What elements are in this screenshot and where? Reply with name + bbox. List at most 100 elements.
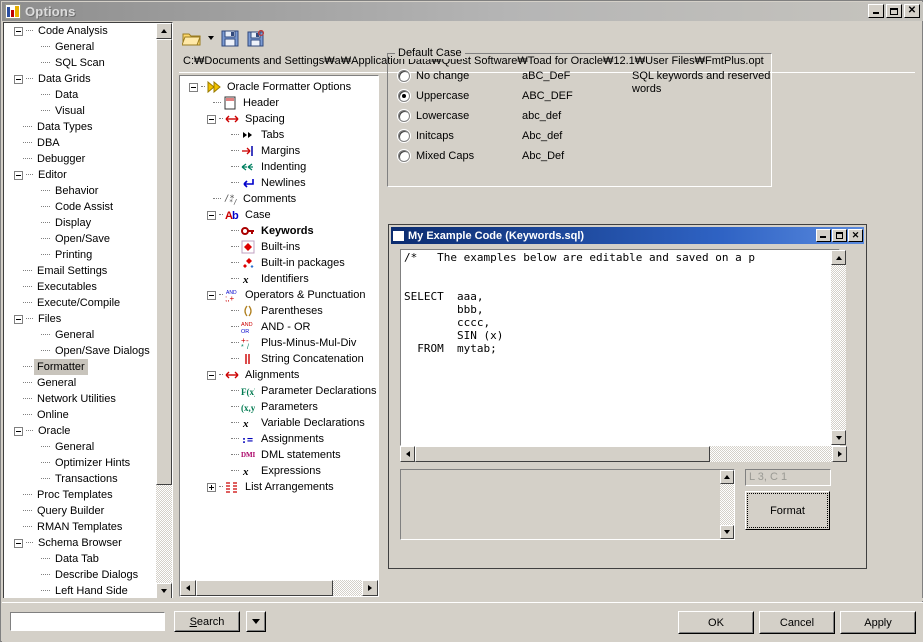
formatter-tree-hscrollbar[interactable] (180, 580, 378, 596)
collapse-icon[interactable] (207, 291, 216, 300)
radio-button[interactable] (398, 70, 410, 82)
radio-button[interactable] (398, 150, 410, 162)
case-option-initcaps[interactable]: InitcapsAbc_def (398, 126, 573, 146)
formatter-tree-item-and-or[interactable]: ANDORAND - OR (183, 319, 377, 335)
collapse-icon[interactable] (14, 75, 23, 84)
sidebar-item-proc-templates[interactable]: Proc Templates (4, 487, 158, 503)
formatter-tree-item-case[interactable]: AbCase (183, 207, 377, 223)
search-button[interactable]: Search (174, 611, 240, 632)
formatter-tree-item-spacing[interactable]: Spacing (183, 111, 377, 127)
collapse-icon[interactable] (207, 211, 216, 220)
formatter-tree-item-expressions[interactable]: xExpressions (183, 463, 377, 479)
formatter-tree-item-plus-minus-mul-div[interactable]: +-*/Plus-Minus-Mul-Div (183, 335, 377, 351)
sidebar-item-formatter[interactable]: Formatter (4, 359, 158, 375)
sidebar-item-describe-dialogs[interactable]: Describe Dialogs (4, 567, 158, 583)
save-icon[interactable] (218, 27, 242, 50)
sidebar-item-behavior[interactable]: Behavior (4, 183, 158, 199)
formatter-tree-item-variable-declarations[interactable]: xVariable Declarations (183, 415, 377, 431)
radio-button[interactable] (398, 130, 410, 142)
radio-button[interactable] (398, 90, 410, 102)
collapse-icon[interactable] (207, 115, 216, 124)
formatter-tree-item-assignments[interactable]: :=Assignments (183, 431, 377, 447)
editor-scroll-right-button[interactable] (832, 446, 847, 462)
expand-icon[interactable] (207, 483, 216, 492)
scroll-down-button[interactable] (156, 583, 172, 599)
example-maximize-button[interactable] (832, 229, 847, 242)
editor-hscrollbar-thumb[interactable] (415, 446, 710, 462)
formatter-tree-item-indenting[interactable]: Indenting (183, 159, 377, 175)
sidebar-item-data-tab[interactable]: Data Tab (4, 551, 158, 567)
sidebar-item-data[interactable]: Data (4, 87, 158, 103)
options-category-tree[interactable]: Code AnalysisGeneralSQL ScanData GridsDa… (3, 22, 173, 600)
formatter-tree-item-header[interactable]: Header (183, 95, 377, 111)
close-button[interactable]: ✕ (904, 4, 920, 18)
save-as-icon[interactable] (244, 27, 268, 50)
formatter-tree-item-tabs[interactable]: Tabs (183, 127, 377, 143)
sidebar-item-printing[interactable]: Printing (4, 247, 158, 263)
search-input[interactable] (10, 612, 165, 631)
editor-hscrollbar[interactable] (400, 446, 847, 462)
formatter-tree-item-alignments[interactable]: Alignments (183, 367, 377, 383)
collapse-icon[interactable] (14, 539, 23, 548)
editor-scroll-left-button[interactable] (400, 446, 415, 462)
sidebar-item-general[interactable]: General (4, 39, 158, 55)
editor-scroll-down-button[interactable] (831, 430, 846, 445)
sidebar-item-visual[interactable]: Visual (4, 103, 158, 119)
case-option-lowercase[interactable]: Lowercaseabc_def (398, 106, 573, 126)
sidebar-item-code-analysis[interactable]: Code Analysis (4, 23, 158, 39)
sidebar-item-general[interactable]: General (4, 439, 158, 455)
message-scroll-up-button[interactable] (720, 470, 734, 484)
left-tree-scrollbar[interactable] (156, 23, 172, 599)
formatter-tree-item-parameter-declarations[interactable]: F(x)Parameter Declarations (183, 383, 377, 399)
sidebar-item-open-save[interactable]: Open/Save (4, 231, 158, 247)
sidebar-item-online[interactable]: Online (4, 407, 158, 423)
formatter-tree-item-operators-punctuation[interactable]: AND;,+Operators & Punctuation (183, 287, 377, 303)
maximize-button[interactable] (886, 4, 902, 18)
format-button[interactable]: Format (745, 491, 830, 530)
sidebar-item-debugger[interactable]: Debugger (4, 151, 158, 167)
scroll-up-button[interactable] (156, 23, 172, 39)
sidebar-item-data-grids[interactable]: Data Grids (4, 71, 158, 87)
sidebar-item-left-hand-side[interactable]: Left Hand Side (4, 583, 158, 599)
example-close-button[interactable]: ✕ (848, 229, 863, 242)
example-code-editor[interactable]: /* The examples below are editable and s… (400, 249, 840, 446)
open-folder-icon[interactable] (179, 27, 203, 50)
editor-scroll-up-button[interactable] (831, 250, 846, 265)
sidebar-item-network-utilities[interactable]: Network Utilities (4, 391, 158, 407)
case-option-no-change[interactable]: No changeaBC_DeF (398, 66, 573, 86)
collapse-icon[interactable] (189, 83, 198, 92)
sidebar-item-execute-compile[interactable]: Execute/Compile (4, 295, 158, 311)
sidebar-item-general[interactable]: General (4, 375, 158, 391)
case-option-uppercase[interactable]: UppercaseABC_DEF (398, 86, 573, 106)
scroll-left-button[interactable] (180, 580, 196, 596)
sidebar-item-general[interactable]: General (4, 327, 158, 343)
sidebar-item-email-settings[interactable]: Email Settings (4, 263, 158, 279)
formatter-tree-item-identifiers[interactable]: xIdentifiers (183, 271, 377, 287)
scrollbar-thumb[interactable] (196, 580, 333, 596)
scroll-right-button[interactable] (362, 580, 378, 596)
message-vscrollbar[interactable] (720, 470, 734, 539)
editor-vscrollbar[interactable] (831, 250, 846, 445)
format-message-panel[interactable] (400, 469, 735, 540)
minimize-button[interactable] (868, 4, 884, 18)
sidebar-item-executables[interactable]: Executables (4, 279, 158, 295)
sidebar-item-oracle[interactable]: Oracle (4, 423, 158, 439)
sidebar-item-rman-templates[interactable]: RMAN Templates (4, 519, 158, 535)
sidebar-item-sql-scan[interactable]: SQL Scan (4, 55, 158, 71)
radio-button[interactable] (398, 110, 410, 122)
formatter-tree-item-list-arrangements[interactable]: List Arrangements (183, 479, 377, 495)
sidebar-item-schema-browser[interactable]: Schema Browser (4, 535, 158, 551)
formatter-tree-item-margins[interactable]: Margins (183, 143, 377, 159)
sidebar-item-files[interactable]: Files (4, 311, 158, 327)
sidebar-item-editor[interactable]: Editor (4, 167, 158, 183)
ok-button[interactable]: OK (678, 611, 754, 634)
sidebar-item-optimizer-hints[interactable]: Optimizer Hints (4, 455, 158, 471)
message-scroll-down-button[interactable] (720, 525, 734, 539)
sidebar-item-code-assist[interactable]: Code Assist (4, 199, 158, 215)
formatter-tree-item-newlines[interactable]: Newlines (183, 175, 377, 191)
formatter-tree-item-keywords[interactable]: Keywords (183, 223, 377, 239)
collapse-icon[interactable] (207, 371, 216, 380)
sidebar-item-open-save-dialogs[interactable]: Open/Save Dialogs (4, 343, 158, 359)
scrollbar-thumb[interactable] (156, 39, 172, 485)
formatter-tree-item-oracle-formatter-options[interactable]: Oracle Formatter Options (183, 79, 377, 95)
